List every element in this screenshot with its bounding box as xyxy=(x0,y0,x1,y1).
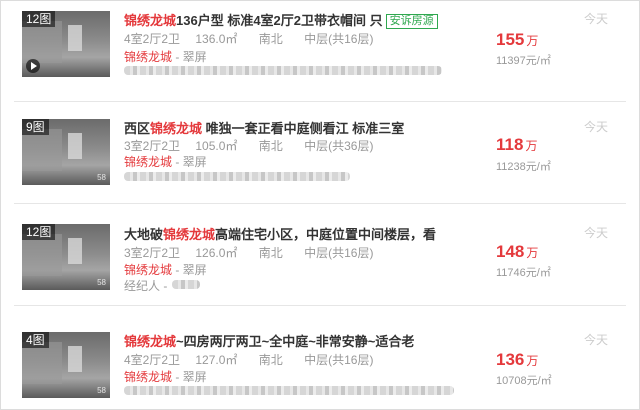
title-community: 锦绣龙城 xyxy=(150,121,203,136)
listing-address: 锦绣龙城 - 翠屏 xyxy=(124,153,207,170)
listing-thumbnail[interactable]: 12图 xyxy=(22,11,110,77)
district: - 翠屏 xyxy=(172,50,207,64)
listing-meta: 4室2厅2卫 127.0㎡ 南北 中层(共16层) xyxy=(124,351,373,368)
post-date: 今天 xyxy=(584,12,609,26)
title-prefix: 大地破 xyxy=(124,227,164,242)
floor-area: 126.0㎡ xyxy=(195,246,238,260)
listing-address: 锦绣龙城 - 翠屏 xyxy=(124,48,207,65)
redacted-text xyxy=(124,66,442,75)
floor-info: 中层(共16层) xyxy=(304,246,374,260)
photo-count-badge: 9图 xyxy=(22,119,49,135)
floor-info: 中层(共16层) xyxy=(304,32,374,46)
title-community: 锦绣龙城 xyxy=(163,227,216,242)
list-item[interactable]: 12图 58 大地破锦绣龙城高端住宅小区，中庭位置中间楼层，看 3室2厅2卫 1… xyxy=(0,204,640,306)
listing-thumbnail[interactable]: 9图 58 xyxy=(22,119,110,185)
photo-count-badge: 12图 xyxy=(22,11,56,27)
agent-label: 经纪人 - xyxy=(124,279,168,293)
floor-info: 中层(共16层) xyxy=(304,353,374,367)
title-text: 136户型 标准4室2厅2卫带衣帽间 只 xyxy=(176,13,383,28)
floor-area: 136.0㎡ xyxy=(195,32,238,46)
orientation: 南北 xyxy=(258,139,283,153)
photo-count-badge: 12图 xyxy=(22,224,56,240)
floor-area: 105.0㎡ xyxy=(195,139,238,153)
post-date: 今天 xyxy=(584,333,609,347)
listing-title[interactable]: 锦绣龙城136户型 标准4室2厅2卫带衣帽间 只安诉房源 xyxy=(124,10,438,29)
room-layout: 3室2厅2卫 xyxy=(124,139,181,153)
community-link[interactable]: 锦绣龙城 xyxy=(124,50,172,64)
unit-price: 11746元/㎡ xyxy=(496,267,551,279)
play-video-icon[interactable] xyxy=(26,59,40,73)
total-price: 136 万 xyxy=(496,350,539,369)
agent-info: 经纪人 - xyxy=(124,277,167,294)
unit-price: 11397元/㎡ xyxy=(496,55,551,67)
title-text: ~四房两厅两卫~全中庭~非常安静~适合老 xyxy=(176,334,415,349)
title-community: 锦绣龙城 xyxy=(124,13,177,28)
redacted-text xyxy=(124,172,350,181)
photo-count-badge: 4图 xyxy=(22,332,49,348)
total-price: 148 万 xyxy=(496,242,539,261)
watermark: 58 xyxy=(97,386,106,395)
community-link[interactable]: 锦绣龙城 xyxy=(124,370,172,384)
listing-title[interactable]: 大地破锦绣龙城高端住宅小区，中庭位置中间楼层，看 xyxy=(124,224,436,243)
listing-meta: 3室2厅2卫 126.0㎡ 南北 中层(共16层) xyxy=(124,244,373,261)
title-text: 唯独一套正看中庭侧看江 标准三室 xyxy=(202,121,405,136)
listing-thumbnail[interactable]: 12图 58 xyxy=(22,224,110,290)
district: - 翠屏 xyxy=(172,155,207,169)
redacted-text xyxy=(124,386,454,395)
community-link[interactable]: 锦绣龙城 xyxy=(124,263,172,277)
listing-meta: 3室2厅2卫 105.0㎡ 南北 中层(共36层) xyxy=(124,137,373,154)
floor-info: 中层(共36层) xyxy=(304,139,374,153)
community-link[interactable]: 锦绣龙城 xyxy=(124,155,172,169)
verified-badge: 安诉房源 xyxy=(385,14,438,29)
room-layout: 4室2厅2卫 xyxy=(124,353,181,367)
list-item[interactable]: 9图 58 西区锦绣龙城 唯独一套正看中庭侧看江 标准三室 3室2厅2卫 105… xyxy=(0,102,640,204)
orientation: 南北 xyxy=(258,32,283,46)
title-community: 锦绣龙城 xyxy=(124,334,177,349)
floor-area: 127.0㎡ xyxy=(195,353,238,367)
district: - 翠屏 xyxy=(172,263,207,277)
listing-title[interactable]: 西区锦绣龙城 唯独一套正看中庭侧看江 标准三室 xyxy=(124,118,404,137)
watermark: 58 xyxy=(97,173,106,182)
list-item[interactable]: 12图 锦绣龙城136户型 标准4室2厅2卫带衣帽间 只安诉房源 4室2厅2卫 … xyxy=(0,0,640,102)
post-date: 今天 xyxy=(584,226,609,240)
listing-address: 锦绣龙城 - 翠屏 xyxy=(124,368,207,385)
orientation: 南北 xyxy=(258,246,283,260)
redacted-text xyxy=(172,280,200,289)
list-item[interactable]: 4图 58 锦绣龙城~四房两厅两卫~全中庭~非常安静~适合老 4室2厅2卫 12… xyxy=(0,306,640,408)
listing-thumbnail[interactable]: 4图 58 xyxy=(22,332,110,398)
listing-address: 锦绣龙城 - 翠屏 xyxy=(124,261,207,278)
district: - 翠屏 xyxy=(172,370,207,384)
total-price: 118 万 xyxy=(496,135,538,154)
total-price: 155 万 xyxy=(496,30,539,49)
unit-price: 10708元/㎡ xyxy=(496,375,552,387)
title-prefix: 西区 xyxy=(124,121,151,136)
title-text: 高端住宅小区，中庭位置中间楼层，看 xyxy=(215,227,437,242)
room-layout: 4室2厅2卫 xyxy=(124,32,181,46)
watermark: 58 xyxy=(97,278,106,287)
room-layout: 3室2厅2卫 xyxy=(124,246,181,260)
listing-meta: 4室2厅2卫 136.0㎡ 南北 中层(共16层) xyxy=(124,30,373,47)
orientation: 南北 xyxy=(258,353,283,367)
listing-title[interactable]: 锦绣龙城~四房两厅两卫~全中庭~非常安静~适合老 xyxy=(124,331,414,350)
post-date: 今天 xyxy=(584,120,609,134)
unit-price: 11238元/㎡ xyxy=(496,161,551,173)
